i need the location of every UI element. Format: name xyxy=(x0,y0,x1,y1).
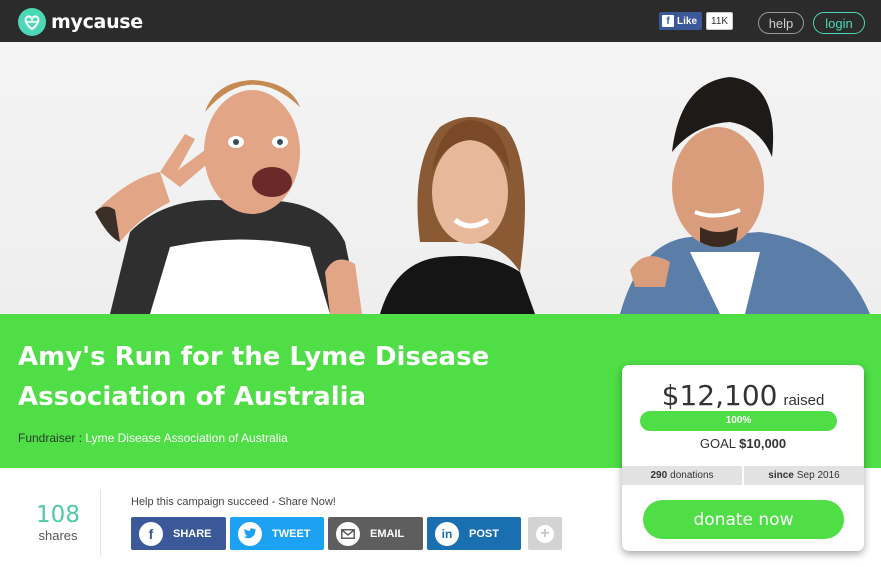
share-count-number: 108 xyxy=(36,502,80,528)
help-button[interactable]: help xyxy=(758,12,804,34)
facebook-share-label: SHARE xyxy=(173,527,212,540)
facebook-like-widget[interactable]: f Like 11K xyxy=(659,12,734,30)
email-share-button[interactable]: EMAIL xyxy=(328,517,423,550)
since-label: since xyxy=(768,470,794,481)
top-navigation-bar: mycause f Like 11K help login xyxy=(0,0,881,42)
raised-amount: $12,100 xyxy=(661,379,778,412)
progress-bar: 100% xyxy=(640,411,837,431)
facebook-like-button[interactable]: f Like xyxy=(659,12,703,30)
campaign-meta: 290 donations since Sep 2016 xyxy=(622,466,864,485)
share-divider xyxy=(100,490,101,556)
hero-photo-illustration xyxy=(95,77,870,314)
share-counter: 108 shares xyxy=(18,502,98,543)
linkedin-post-label: POST xyxy=(469,527,499,540)
goal-label: GOAL xyxy=(699,436,736,451)
facebook-like-label: Like xyxy=(677,15,698,27)
email-icon xyxy=(336,521,360,546)
login-button[interactable]: login xyxy=(813,12,865,34)
donate-now-button[interactable]: donate now xyxy=(643,500,844,539)
logo-text: mycause xyxy=(51,11,143,33)
since-box: since Sep 2016 xyxy=(742,466,864,485)
raised-summary: $12,100 raised xyxy=(622,379,864,412)
mycause-logo[interactable]: mycause xyxy=(17,7,143,37)
twitter-icon xyxy=(238,521,262,546)
donations-count-box: 290 donations xyxy=(622,466,742,485)
fundraiser-info: Fundraiser : Lyme Disease Association of… xyxy=(18,431,288,445)
more-share-options-button[interactable]: + xyxy=(528,517,562,550)
linkedin-icon: in xyxy=(435,521,459,546)
since-date: Sep 2016 xyxy=(796,470,840,481)
facebook-icon: f xyxy=(662,15,674,27)
goal-text: GOAL $10,000 xyxy=(622,436,864,451)
campaign-title: Amy's Run for the Lyme Disease Associati… xyxy=(18,342,490,412)
facebook-icon: f xyxy=(139,521,163,546)
email-share-label: EMAIL xyxy=(370,527,405,540)
fundraiser-org-link[interactable]: Lyme Disease Association of Australia xyxy=(85,431,287,445)
goal-amount: $10,000 xyxy=(739,436,787,451)
raised-label: raised xyxy=(783,392,825,409)
donations-count: 290 xyxy=(650,470,668,481)
fundraiser-label: Fundraiser : xyxy=(18,431,83,445)
linkedin-post-button[interactable]: in POST xyxy=(427,517,521,550)
mycause-heart-logo-icon xyxy=(18,8,46,36)
campaign-hero-photo xyxy=(0,42,881,314)
donations-label: donations xyxy=(670,470,714,481)
donation-stats-card: $12,100 raised 100% GOAL $10,000 290 dona… xyxy=(622,365,864,551)
twitter-tweet-label: TWEET xyxy=(272,527,311,540)
twitter-tweet-button[interactable]: TWEET xyxy=(230,517,324,550)
facebook-like-count: 11K xyxy=(706,12,734,30)
plus-icon: + xyxy=(536,524,554,543)
share-count-label: shares xyxy=(38,528,78,543)
facebook-share-button[interactable]: f SHARE xyxy=(131,517,226,550)
share-prompt: Help this campaign succeed - Share Now! xyxy=(131,496,336,508)
